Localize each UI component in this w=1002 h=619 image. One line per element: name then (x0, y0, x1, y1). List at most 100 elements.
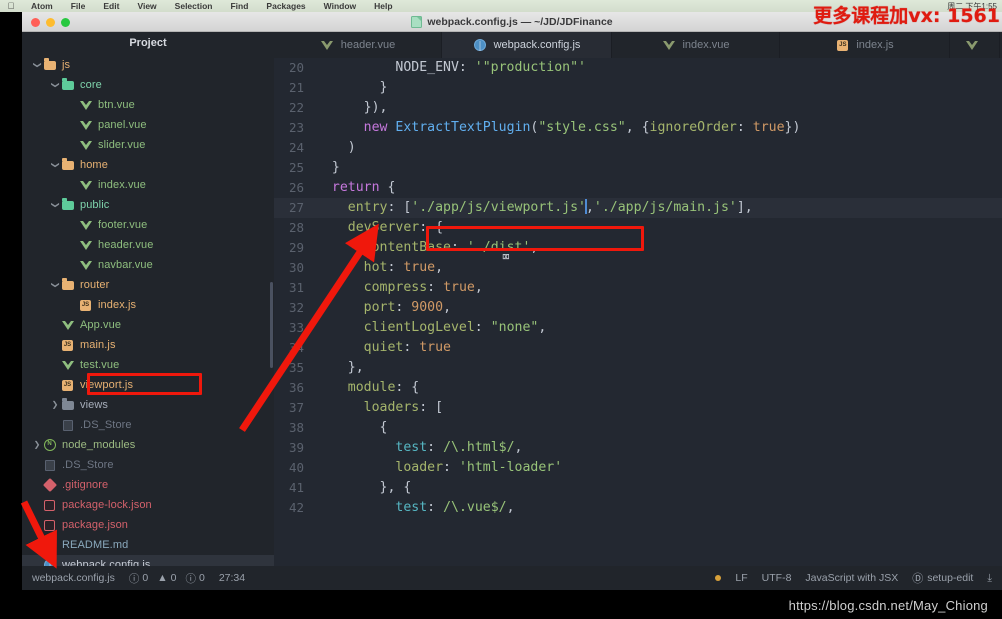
menu-item-view[interactable]: View (128, 0, 165, 12)
code-line[interactable]: 42 test: /\.vue$/, (274, 498, 1002, 518)
apple-logo-icon[interactable]:  (0, 1, 22, 11)
line-ending-selector[interactable]: LF (735, 572, 747, 584)
sidebar-scrollbar[interactable] (270, 282, 273, 368)
zoom-button[interactable] (61, 18, 70, 27)
vue-file-icon (78, 100, 93, 110)
code-line-text: loaders: [ (363, 400, 444, 415)
tree-item-readme-md[interactable]: README.md (22, 535, 274, 555)
code-area[interactable]: 20 NODE_ENV: '"production"' 21 } 22 }), 23 … (274, 58, 1002, 566)
code-line[interactable]: 28 devServer: { (274, 218, 1002, 238)
code-line[interactable]: 41 }, { (274, 478, 1002, 498)
tree-item-home[interactable]: ❯ home (22, 155, 274, 175)
code-line[interactable]: 33 clientLogLevel: "none", (274, 318, 1002, 338)
code-line[interactable]: 36 module: { (274, 378, 1002, 398)
error-count-group[interactable]: ⓘ 0 (129, 571, 148, 586)
menu-item-window[interactable]: Window (315, 0, 366, 12)
grammar-selector[interactable]: JavaScript with JSX (805, 572, 898, 584)
code-line[interactable]: 31 compress: true, (274, 278, 1002, 298)
file-tree[interactable]: ❯ js ❯ core btn.vue panel.vue slider.vue ❯ home i… (22, 54, 274, 566)
tree-item-public[interactable]: ❯ public (22, 195, 274, 215)
code-line[interactable]: 21 } (274, 78, 1002, 98)
editor-tab-webpack-config-js[interactable]: webpack.config.js (442, 32, 612, 58)
code-line[interactable]: 23 new ExtractTextPlugin("style.css", {i… (274, 118, 1002, 138)
tree-item-node-modules[interactable]: ❯ Nnode_modules (22, 435, 274, 455)
chevron-right-icon[interactable]: ❯ (32, 435, 42, 455)
chevron-right-icon[interactable]: ❯ (50, 395, 60, 415)
menu-item-packages[interactable]: Packages (257, 0, 314, 12)
tree-item-package-json[interactable]: package.json (22, 515, 274, 535)
code-line[interactable]: 35 }, (274, 358, 1002, 378)
download-arrow-icon[interactable]: ⤓ (987, 572, 992, 585)
tree-item-navbar-vue[interactable]: navbar.vue (22, 255, 274, 275)
code-line[interactable]: 40 loader: 'html-loader' (274, 458, 1002, 478)
editor-tabbar[interactable]: header.vue webpack.config.js index.vue JS in… (274, 32, 1002, 58)
cursor-position[interactable]: 27:34 (219, 572, 245, 584)
code-line[interactable]: 27 entry: ['./app/js/viewport.js','./app… (274, 198, 1002, 218)
code-line-text: return { (331, 180, 396, 195)
info-icon: ⓘ (185, 572, 196, 585)
tree-item-app-vue[interactable]: App.vue (22, 315, 274, 335)
editor-tab-header-vue[interactable]: header.vue (274, 32, 442, 58)
tree-item-header-vue[interactable]: header.vue (22, 235, 274, 255)
tree-item--ds-store[interactable]: .DS_Store (22, 415, 274, 435)
tree-item-viewport-js[interactable]: JS viewport.js (22, 375, 274, 395)
tree-item-core[interactable]: ❯ core (22, 75, 274, 95)
warning-count: 0 (170, 572, 177, 584)
line-number: 31 (288, 280, 304, 295)
status-filename[interactable]: webpack.config.js (32, 572, 115, 584)
json-file-icon (42, 499, 57, 511)
diagnostics-group[interactable]: ⓘ 0 ▲ 0 ⓘ 0 (129, 571, 205, 586)
tree-item-slider-vue[interactable]: slider.vue (22, 135, 274, 155)
code-line-text: }, (316, 360, 364, 375)
code-line[interactable]: 39 test: /\.html$/, (274, 438, 1002, 458)
line-number: 22 (288, 100, 304, 115)
code-line[interactable]: 24 ) (274, 138, 1002, 158)
code-line[interactable]: 34 quiet: true (274, 338, 1002, 358)
tree-item--gitignore[interactable]: .gitignore (22, 475, 274, 495)
tree-item-main-js[interactable]: JS main.js (22, 335, 274, 355)
tree-item-footer-vue[interactable]: footer.vue (22, 215, 274, 235)
menu-item-file[interactable]: File (62, 0, 95, 12)
tree-item-test-vue[interactable]: test.vue (22, 355, 274, 375)
menu-item-atom[interactable]: Atom (22, 0, 62, 12)
line-number: 34 (288, 340, 304, 355)
code-line[interactable]: 22 }), (274, 98, 1002, 118)
close-button[interactable] (31, 18, 40, 27)
tree-item-index-js[interactable]: JS index.js (22, 295, 274, 315)
info-count-group[interactable]: ⓘ 0 (185, 571, 204, 586)
warning-count-group[interactable]: ▲ 0 (157, 572, 176, 584)
minimize-button[interactable] (46, 18, 55, 27)
code-line[interactable]: 29 contentBase: './dist', (274, 238, 1002, 258)
code-line[interactable]: 20 NODE_ENV: '"production"' (274, 58, 1002, 78)
code-line[interactable]: 26 return { (274, 178, 1002, 198)
tree-item--ds-store[interactable]: .DS_Store (22, 455, 274, 475)
code-line[interactable]: 30 hot: true, (274, 258, 1002, 278)
tree-item-index-vue[interactable]: index.vue (22, 175, 274, 195)
code-line[interactable]: 38 { (274, 418, 1002, 438)
tree-item-js[interactable]: ❯ js (22, 55, 274, 75)
tree-item-package-lock-json[interactable]: package-lock.json (22, 495, 274, 515)
code-line[interactable]: 32 port: 9000, (274, 298, 1002, 318)
menu-item-edit[interactable]: Edit (94, 0, 128, 12)
line-number: 33 (288, 320, 304, 335)
tree-item-router[interactable]: ❯ router (22, 275, 274, 295)
tree-item-btn-vue[interactable]: btn.vue (22, 95, 274, 115)
code-line[interactable]: 37 loaders: [ (274, 398, 1002, 418)
screenshot-root:  Atom File Edit View Selection Find Pac… (0, 0, 1002, 619)
menu-item-selection[interactable]: Selection (166, 0, 222, 12)
editor-tab-overflow[interactable] (950, 32, 1000, 58)
tree-item-label: README.md (62, 539, 129, 551)
git-branch-indicator[interactable]: Ⓓ setup-edit (912, 570, 973, 586)
tree-item-label: footer.vue (98, 219, 148, 231)
line-number: 37 (288, 400, 304, 415)
menu-item-find[interactable]: Find (221, 0, 257, 12)
tree-item-panel-vue[interactable]: panel.vue (22, 115, 274, 135)
menu-item-help[interactable]: Help (365, 0, 401, 12)
editor-tab-index-vue[interactable]: index.vue (612, 32, 780, 58)
encoding-selector[interactable]: UTF-8 (762, 572, 792, 584)
tree-item-webpack-config-js[interactable]: webpack.config.js (22, 555, 274, 566)
code-line[interactable]: 25 } (274, 158, 1002, 178)
tree-item-label: public (80, 199, 110, 211)
editor-tab-index-js[interactable]: JS index.js (780, 32, 950, 58)
tree-item-views[interactable]: ❯ views (22, 395, 274, 415)
